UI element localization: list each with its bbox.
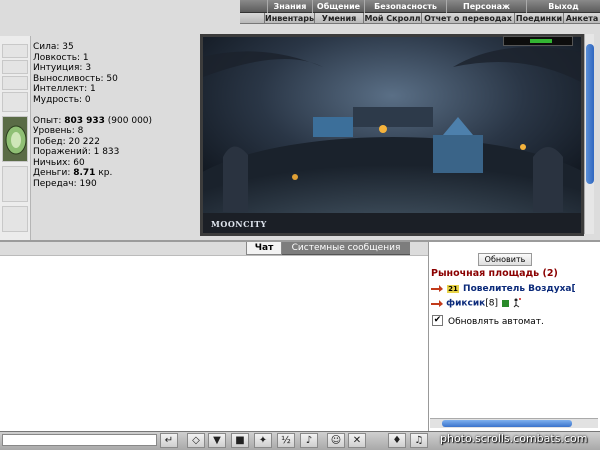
fight-icon[interactable]: ✦ (254, 433, 272, 448)
watermark: photo.scrolls.combats.com (440, 432, 588, 445)
room-title: Рыночная площадь (2) (431, 268, 558, 279)
vertical-scrollbar[interactable] (584, 34, 594, 234)
stat-wisdom: Мудрость: 0 (33, 94, 91, 105)
sub-menu-bar: Инвентарь Умения Мой Скролл Отчет о пере… (240, 13, 600, 24)
equip-slot-armor[interactable] (2, 166, 28, 202)
clear-icon[interactable]: ✕ (348, 433, 366, 448)
hp-bar (503, 36, 573, 46)
player-row[interactable]: 21 Повелитель Воздуха[ (431, 284, 576, 296)
scroll-thumb[interactable] (586, 44, 594, 184)
character-stats: Сила: 35 Ловкость: 1 Интуиция: 3 Выносли… (33, 42, 198, 237)
stat-spacer (33, 105, 198, 116)
player-level: [8] (485, 298, 498, 309)
submenu-inventory[interactable]: Инвентарь (264, 13, 314, 24)
info-icon[interactable] (502, 299, 510, 307)
refresh-button[interactable]: Обновить (478, 253, 532, 266)
submenu-profile[interactable]: Анкета (563, 13, 600, 24)
player-name[interactable]: Повелитель Воздуха (463, 284, 571, 294)
stat-strength: Сила: 35 (33, 42, 74, 52)
enter-icon[interactable]: ↵ (160, 433, 178, 448)
character-equipment (0, 36, 31, 240)
stat-money: Деньги: 8.71 кр. (33, 168, 198, 179)
menu-communication[interactable]: Общение (312, 0, 364, 13)
top-menu-bar: Знания Общение Безопасность Персонаж Вых… (240, 0, 600, 13)
submenu-my-scroll[interactable]: Мой Скролл (363, 13, 421, 24)
money-unit: кр. (95, 168, 113, 178)
submenu-transfers-report[interactable]: Отчет о переводах (421, 13, 514, 24)
trade-icon[interactable]: ♫ (410, 433, 428, 448)
horizontal-scrollbar[interactable] (430, 418, 598, 428)
menu-security[interactable]: Безопасность (364, 0, 446, 13)
align-badge: 21 (447, 284, 459, 293)
private-message-icon[interactable] (431, 284, 443, 293)
exp-value: 803 933 (64, 115, 105, 126)
stat-losses: Поражений: 1 833 (33, 147, 120, 157)
equip-slot-gloves[interactable] (2, 92, 28, 112)
stat-intuition: Интуиция: 3 (33, 63, 92, 73)
chat-area[interactable] (0, 255, 428, 431)
location-name: MOONCITY (211, 219, 267, 229)
eraser-icon[interactable]: ◇ (187, 433, 205, 448)
stat-intellect: Интеллект: 1 (33, 84, 96, 94)
money-label: Деньги: (33, 168, 74, 178)
stat-transfers: Передач: 190 (33, 178, 97, 189)
save-icon[interactable]: ■ (231, 433, 249, 448)
auto-refresh-checkbox[interactable]: ✔ (432, 315, 443, 326)
menu-knowledge[interactable]: Знания (267, 0, 312, 13)
tab-chat[interactable]: Чат (246, 242, 282, 255)
stat-wins: Побед: 20 222 (33, 136, 100, 147)
money-icon[interactable]: ♦ (388, 433, 406, 448)
equip-slot-shield[interactable] (2, 116, 28, 162)
equip-slot-boots[interactable] (2, 206, 28, 232)
filter-icon[interactable]: ▼ (208, 433, 226, 448)
stat-agility: Ловкость: 1 (33, 52, 89, 63)
hp-fill (530, 39, 552, 43)
smiley-icon[interactable]: ☺ (327, 433, 345, 448)
equip-slot-amulet[interactable] (2, 60, 28, 74)
private-message-icon[interactable] (431, 299, 443, 308)
equip-slot-ring[interactable] (2, 44, 28, 58)
private-icon[interactable]: ½ (277, 433, 295, 448)
tab-system-messages[interactable]: Системные сообщения (282, 242, 410, 255)
exp-label: Опыт: (33, 115, 65, 126)
chat-input[interactable] (2, 434, 157, 446)
location-view[interactable]: MOONCITY (200, 34, 584, 236)
money-value: 8.71 (73, 168, 96, 178)
stat-experience: Опыт: 803 933 (900 000) (33, 116, 198, 127)
stat-level: Уровень: 8 (33, 126, 84, 136)
player-level: [ (571, 284, 576, 294)
stat-draws: Ничьих: 60 (33, 157, 85, 168)
player-row[interactable]: фиксик[8] (431, 298, 522, 310)
exp-next: (900 000) (104, 115, 153, 126)
stat-stamina: Выносливость: 50 (33, 73, 118, 84)
submenu-duels[interactable]: Поединки (514, 13, 563, 24)
shield-icon (5, 125, 27, 155)
injury-icon (513, 298, 522, 308)
hscroll-thumb[interactable] (442, 420, 572, 427)
auto-refresh-label: Обновлять автомат. (448, 317, 544, 327)
music-icon[interactable]: ♪ (300, 433, 318, 448)
menu-exit[interactable]: Выход (526, 0, 600, 13)
equip-slot-helmet[interactable] (2, 76, 28, 90)
moon-city-scene (203, 37, 581, 233)
player-name[interactable]: фиксик (446, 299, 485, 309)
menu-character[interactable]: Персонаж (446, 0, 526, 13)
submenu-skills[interactable]: Умения (314, 13, 363, 24)
